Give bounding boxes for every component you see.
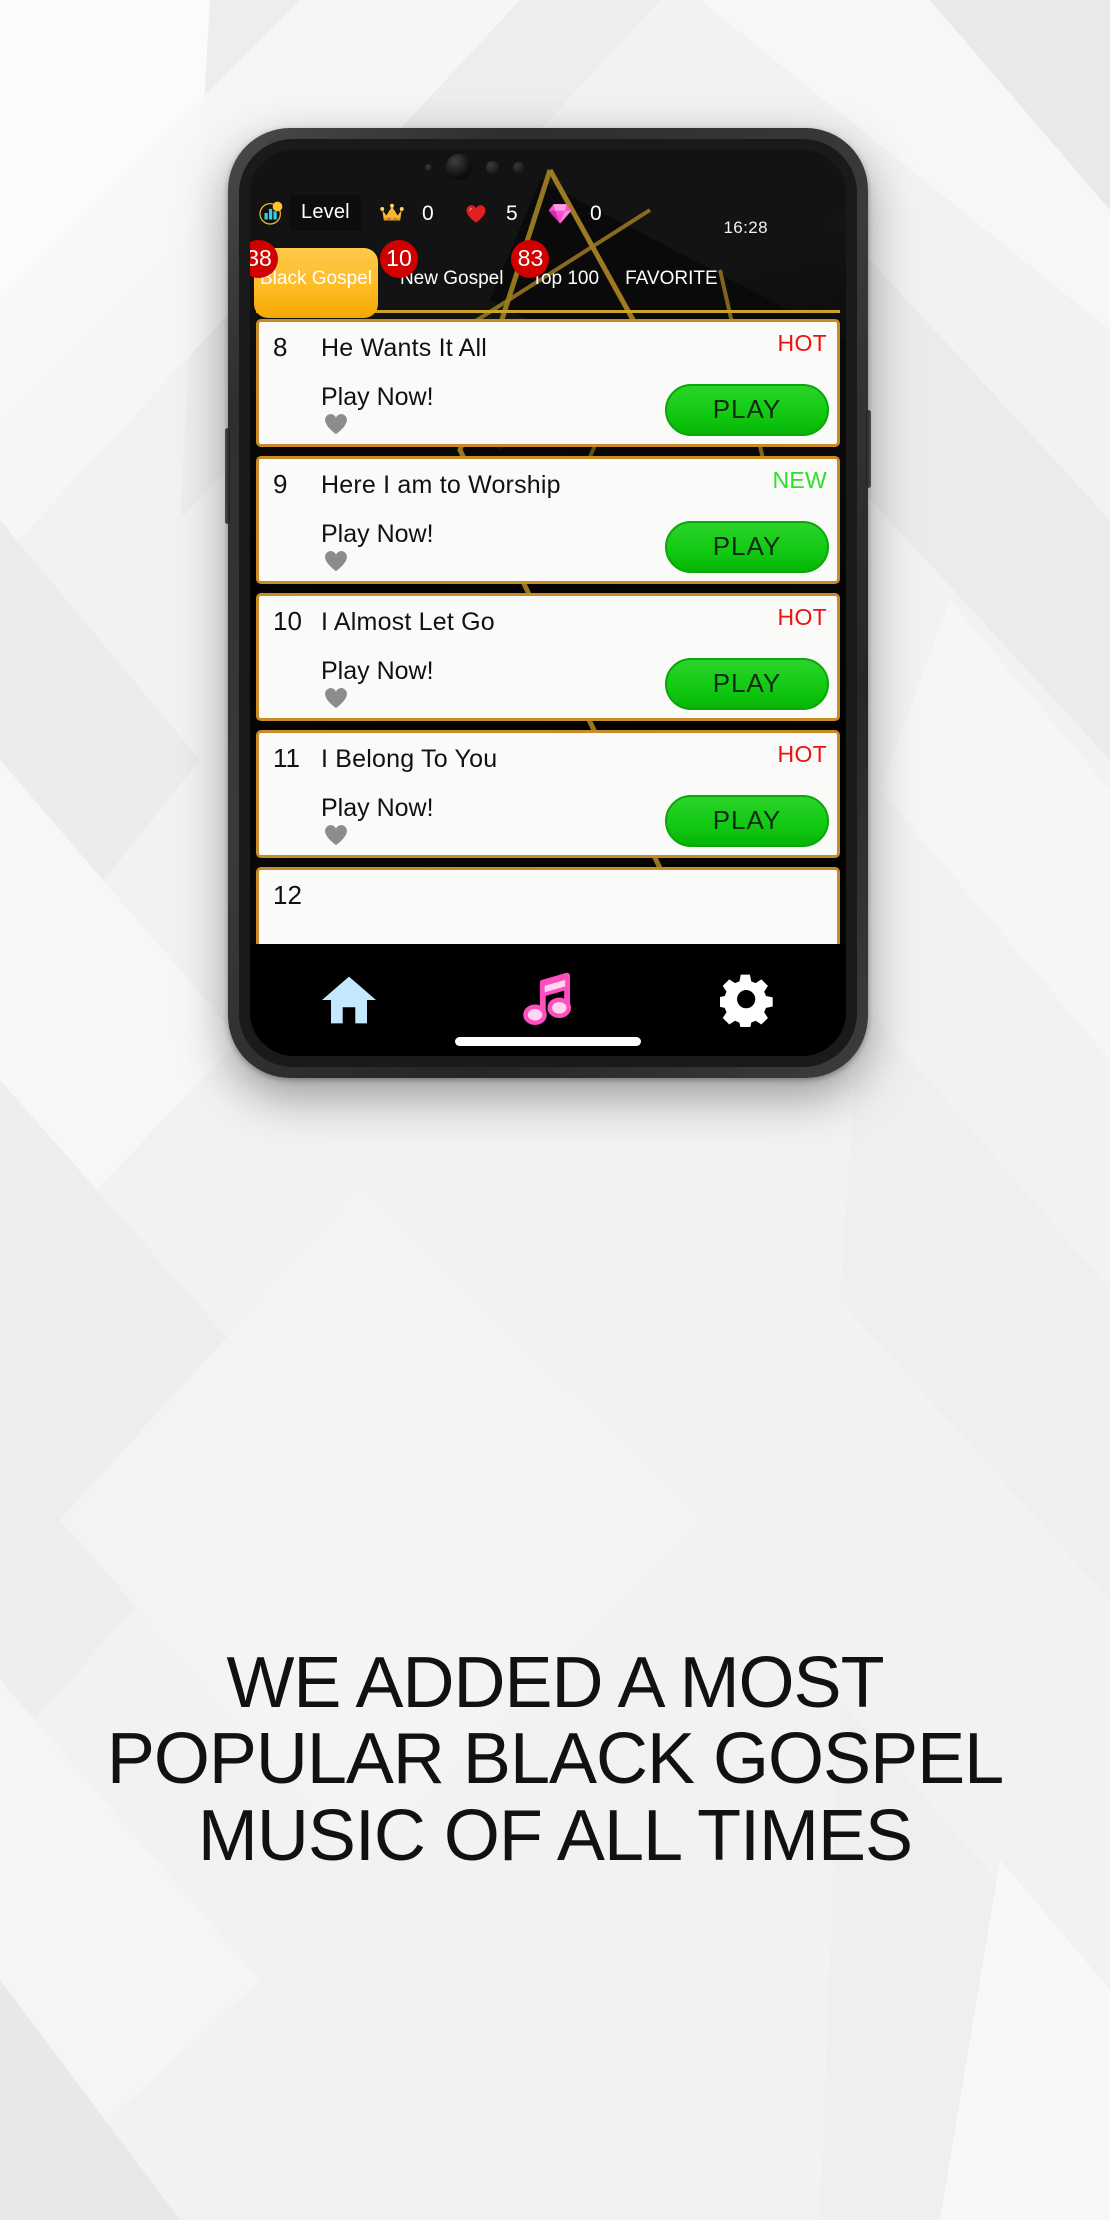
song-status-badge: HOT	[777, 329, 827, 356]
song-status-badge: HOT	[777, 603, 827, 630]
heart-counter[interactable]: 5	[463, 195, 529, 231]
song-subtitle: Play Now!	[321, 793, 434, 822]
song-status-badge: NEW	[772, 466, 827, 493]
favorite-heart-icon[interactable]	[321, 408, 351, 436]
song-title: I Belong To You	[321, 744, 498, 773]
song-title: He Wants It All	[321, 333, 488, 362]
song-rank: 12	[273, 879, 302, 910]
song-title: Here I am to Worship	[321, 470, 561, 499]
favorite-heart-icon[interactable]	[321, 682, 351, 710]
tab-label-black-gospel: Black Gospel	[260, 268, 372, 290]
level-indicator[interactable]: Level	[258, 195, 361, 232]
tab-favorite[interactable]: FAVORITE	[619, 254, 724, 304]
tab-new-gospel[interactable]: 10 New Gospel	[379, 239, 510, 304]
tab-label-favorite: FAVORITE	[625, 268, 718, 290]
tab-label-new-gospel: New Gospel	[399, 268, 504, 290]
song-title: I Almost Let Go	[321, 607, 495, 636]
gear-icon	[719, 974, 773, 1028]
category-tab-bar: 38 Black Gospel 10 New Gospel 83 Top 100…	[250, 239, 846, 318]
play-button[interactable]: PLAY	[665, 794, 829, 847]
song-list-item[interactable]: 8 He Wants It All Play Now! HOT PLAY	[256, 318, 840, 447]
song-list-item[interactable]: 9 Here I am to Worship Play Now! NEW PLA…	[256, 455, 840, 584]
home-indicator	[455, 1037, 641, 1046]
song-subtitle: Play Now!	[321, 656, 434, 685]
song-list-item[interactable]: 11 I Belong To You Play Now! HOT PLAY	[256, 729, 840, 858]
song-rank: 9	[273, 468, 288, 499]
level-label: Level	[290, 195, 361, 232]
power-button[interactable]	[866, 410, 871, 488]
home-icon	[322, 976, 377, 1024]
tab-black-gospel[interactable]: 38 Black Gospel	[250, 239, 378, 318]
song-list[interactable]: 8 He Wants It All Play Now! HOT PLAY 9 H…	[250, 313, 846, 945]
play-button[interactable]: PLAY	[665, 383, 829, 436]
song-subtitle: Play Now!	[321, 519, 434, 548]
diamond-icon	[548, 204, 572, 224]
heart-value: 5	[505, 201, 518, 225]
page-root: Level 0 5 0 16:28 38 Black Gospel 10 New…	[0, 0, 1110, 2220]
crown-value: 0	[421, 201, 434, 225]
tab-top-100[interactable]: 83 Top 100	[511, 239, 605, 304]
favorite-heart-icon[interactable]	[321, 545, 351, 573]
clock: 16:28	[723, 218, 768, 237]
heart-icon	[466, 205, 486, 224]
crown-icon	[380, 204, 404, 221]
song-rank: 10	[273, 605, 302, 636]
favorite-heart-icon[interactable]	[321, 819, 351, 847]
tab-badge-new-gospel: 10	[379, 239, 418, 278]
nav-home[interactable]	[251, 944, 448, 1056]
song-list-item-partial[interactable]: 12	[256, 866, 840, 945]
nav-settings[interactable]	[648, 944, 845, 1056]
play-button[interactable]: PLAY	[665, 657, 829, 710]
chart-level-icon	[259, 201, 283, 225]
phone-mockup: Level 0 5 0 16:28 38 Black Gospel 10 New…	[225, 128, 871, 1078]
gem-counter[interactable]: 0	[547, 195, 613, 231]
song-list-item[interactable]: 10 I Almost Let Go Play Now! HOT PLAY	[256, 592, 840, 721]
app-container: Level 0 5 0 16:28 38 Black Gospel 10 New…	[250, 150, 846, 1056]
song-rank: 8	[273, 331, 288, 362]
phone-screen: Level 0 5 0 16:28 38 Black Gospel 10 New…	[250, 150, 846, 1056]
marketing-headline: WE ADDED A MOST POPULAR BLACK GOSPEL MUS…	[106, 1643, 1004, 1876]
music-note-icon	[523, 972, 572, 1025]
song-rank: 11	[273, 742, 300, 773]
song-subtitle: Play Now!	[321, 382, 434, 411]
crown-counter[interactable]: 0	[379, 195, 445, 231]
gem-value: 0	[589, 201, 602, 225]
song-status-badge: HOT	[777, 740, 827, 767]
volume-button[interactable]	[225, 428, 230, 524]
play-button[interactable]: PLAY	[665, 520, 829, 573]
